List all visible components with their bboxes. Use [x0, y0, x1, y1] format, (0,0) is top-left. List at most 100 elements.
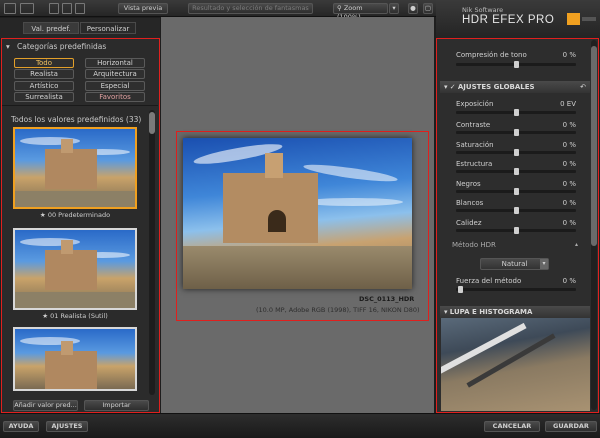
tone-compression-slider[interactable] — [456, 61, 576, 68]
tab-customize[interactable]: Personalizar — [80, 22, 136, 34]
star-icon: ★ — [42, 312, 51, 320]
category-artistico[interactable]: Artístico — [14, 81, 74, 91]
railing-shadow-shape — [466, 333, 556, 388]
layout-side-by-side-icon[interactable] — [75, 3, 85, 14]
global-adjustments-header[interactable]: ▾ ✓ AJUSTES GLOBALES ↶ — [440, 81, 590, 93]
slider-knob[interactable] — [514, 227, 519, 234]
slider-label-estructura: Estructura — [456, 160, 493, 168]
slider-knob[interactable] — [458, 286, 463, 293]
slider-label-saturacion: Saturación — [456, 141, 494, 149]
preset-scrollbar[interactable] — [149, 110, 155, 395]
hdr-method-label: Método HDR — [452, 241, 496, 249]
tone-compression-value: 0 % — [562, 51, 576, 59]
hdr-method-select[interactable]: Natural ▾ — [480, 258, 549, 270]
saturacion-slider[interactable] — [456, 149, 576, 156]
slider-value-estructura: 0 % — [562, 160, 576, 168]
method-strength-value: 0 % — [562, 277, 576, 285]
zoom-dropdown[interactable]: ⚲ Zoom (100%) — [333, 3, 388, 21]
loupe-histogram-header[interactable]: ▾ LUPA E HISTOGRAMA — [440, 306, 590, 318]
layout-split-icon[interactable] — [62, 3, 72, 14]
scrollbar-thumb[interactable] — [149, 112, 155, 134]
contraste-slider[interactable] — [456, 129, 576, 136]
tab-presets[interactable]: Val. predef. — [23, 22, 79, 34]
chevron-down-icon: ▾ — [392, 4, 396, 12]
slider-value-saturacion: 0 % — [562, 141, 576, 149]
preview-button[interactable]: Vista previa — [118, 3, 168, 14]
cancel-button[interactable]: CANCELAR — [484, 421, 540, 432]
method-strength-slider[interactable] — [456, 286, 576, 293]
tower-shape — [265, 153, 283, 178]
preset-thumb-default[interactable] — [13, 127, 137, 209]
slider-value-contraste: 0 % — [562, 121, 576, 129]
add-preset-button[interactable]: Añadir valor pred... — [13, 400, 78, 411]
nik-logo-icon — [567, 13, 580, 25]
preset-panel: ▾ Categorías predefinidas Todo Horizonta… — [1, 38, 160, 413]
file-metadata: (10.0 MP, Adobe RGB (1998), TIFF 16, NIK… — [256, 306, 420, 314]
divider — [2, 105, 158, 106]
slider-knob[interactable] — [514, 129, 519, 136]
fit-screen-button[interactable]: ▢ — [423, 3, 433, 14]
check-icon: ✓ — [449, 83, 456, 91]
preset-thumb-realistic[interactable] — [13, 228, 137, 310]
compare-view-icon[interactable] — [20, 3, 34, 14]
import-button[interactable]: Importar — [84, 400, 149, 411]
reset-icon[interactable]: ↶ — [580, 81, 586, 93]
expand-triangle-icon[interactable]: ▾ — [6, 42, 10, 51]
category-favoritos[interactable]: Favoritos — [85, 92, 145, 102]
ghost-selection-button[interactable]: Resultado y selección de fantasmas — [188, 3, 313, 14]
calidez-slider[interactable] — [456, 227, 576, 234]
slider-knob[interactable] — [514, 149, 519, 156]
slider-knob[interactable] — [514, 109, 519, 116]
category-horizontal[interactable]: Horizontal — [85, 58, 145, 68]
fit-screen-icon: ▢ — [424, 4, 432, 12]
thumb-caption-text: 01 Realista (Sutil) — [50, 312, 108, 320]
loupe-image[interactable] — [441, 318, 590, 411]
estructura-slider[interactable] — [456, 168, 576, 175]
save-button[interactable]: GUARDAR — [545, 421, 597, 432]
slider-value-calidez: 0 % — [562, 219, 576, 227]
tone-compression-label: Compresión de tono — [456, 51, 527, 59]
category-surrealista[interactable]: Surrealista — [14, 92, 74, 102]
slider-knob[interactable] — [514, 188, 519, 195]
railing-shape — [441, 322, 527, 376]
layout-single-icon[interactable] — [49, 3, 59, 14]
category-realista[interactable]: Realista — [14, 69, 74, 79]
thumb-caption-realistic: ★ 01 Realista (Sutil) — [13, 312, 137, 320]
slider-knob[interactable] — [514, 168, 519, 175]
church-shape — [223, 173, 318, 243]
star-icon: ★ — [39, 211, 48, 219]
slider-label-negros: Negros — [456, 180, 481, 188]
slider-label-contraste: Contraste — [456, 121, 491, 129]
blancos-slider[interactable] — [456, 207, 576, 214]
category-todo[interactable]: Todo — [14, 58, 74, 68]
collapse-triangle-icon: ▾ — [444, 83, 448, 91]
category-arquitectura[interactable]: Arquitectura — [85, 69, 145, 79]
thumb-caption-text: 00 Predeterminado — [47, 211, 111, 219]
exposicion-slider[interactable] — [456, 109, 576, 116]
all-presets-title: Todos los valores predefinidos (33) — [11, 115, 142, 124]
category-especial[interactable]: Especial — [85, 81, 145, 91]
loupe-button[interactable]: ● — [408, 3, 418, 14]
slider-knob[interactable] — [514, 61, 519, 68]
help-button[interactable]: AYUDA — [3, 421, 39, 432]
adjustments-scrollbar[interactable] — [591, 40, 597, 410]
zoom-menu-button[interactable]: ▾ — [389, 3, 399, 14]
single-view-icon[interactable] — [4, 3, 16, 14]
collapse-icon[interactable]: ▴ — [575, 241, 578, 248]
global-adjustments-title: AJUSTES GLOBALES — [457, 83, 535, 91]
slider-label-blancos: Blancos — [456, 199, 484, 207]
door-shape — [268, 210, 286, 232]
pin-icon: ● — [410, 4, 416, 12]
slider-knob[interactable] — [514, 207, 519, 214]
negros-slider[interactable] — [456, 188, 576, 195]
company-name: Nik Software — [462, 6, 504, 14]
scrollbar-thumb[interactable] — [591, 46, 597, 246]
thumb-caption-default: ★ 00 Predeterminado — [13, 211, 137, 219]
slider-label-exposicion: Exposición — [456, 100, 494, 108]
product-name: HDR EFEX PRO — [462, 14, 555, 26]
settings-button[interactable]: AJUSTES — [46, 421, 88, 432]
preset-thumb-next[interactable] — [13, 327, 137, 391]
magnifier-icon: ⚲ — [337, 4, 342, 12]
preview-image[interactable] — [183, 138, 412, 289]
slider-value-negros: 0 % — [562, 180, 576, 188]
